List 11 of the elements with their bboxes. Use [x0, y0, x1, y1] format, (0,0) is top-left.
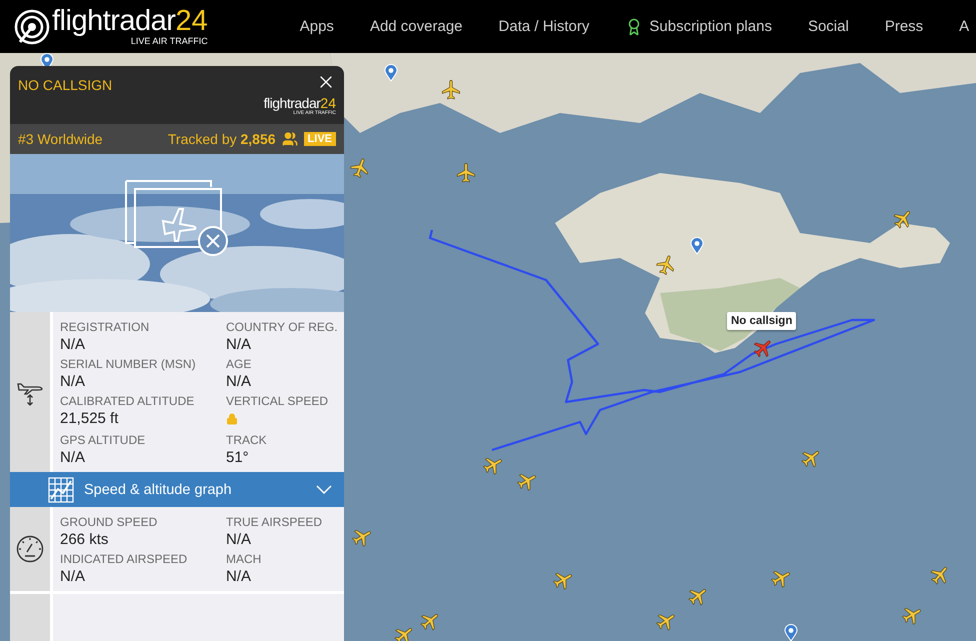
- logo-tagline: LIVE AIR TRAFFIC: [130, 37, 208, 46]
- nav-link[interactable]: Press: [884, 18, 924, 35]
- nav-link[interactable]: Social: [808, 18, 849, 35]
- logo-number: 24: [175, 7, 208, 36]
- nav-link[interactable]: A: [959, 18, 970, 35]
- nav-link[interactable]: Subscription plans: [625, 18, 772, 36]
- nav-link[interactable]: Apps: [300, 18, 334, 35]
- nav-link[interactable]: Data / History: [498, 18, 590, 35]
- nav-link[interactable]: Add coverage: [370, 18, 463, 35]
- logo-wordmark: flightradar: [52, 7, 176, 36]
- radar-logo-icon: [14, 8, 50, 44]
